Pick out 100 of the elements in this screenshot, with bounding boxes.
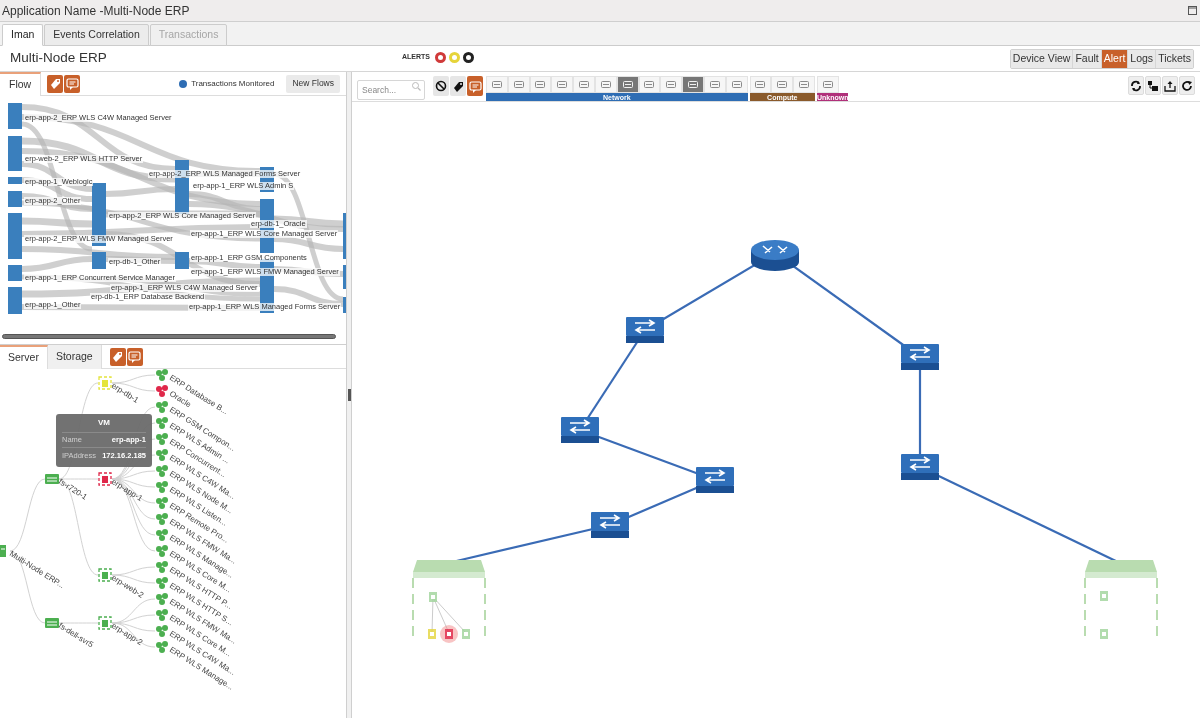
hierarchy-button[interactable]	[1145, 76, 1161, 95]
switch-icon[interactable]	[901, 344, 939, 370]
flow-node[interactable]	[8, 213, 22, 259]
view-button[interactable]: Logs	[1127, 49, 1156, 68]
comment-button[interactable]	[64, 74, 81, 93]
export-button[interactable]	[1162, 76, 1178, 95]
flow-node[interactable]	[8, 287, 22, 314]
service-icon[interactable]	[156, 577, 168, 589]
device-filter-button[interactable]	[638, 76, 661, 93]
vm-icon[interactable]	[98, 472, 112, 486]
service-icon[interactable]	[156, 417, 168, 429]
router-icon[interactable]	[751, 240, 799, 271]
device-filter-button[interactable]	[595, 76, 617, 93]
hierarchy-icon	[1147, 79, 1159, 92]
tab[interactable]: Events Correlation	[44, 24, 149, 46]
device-filter-button[interactable]	[573, 76, 595, 93]
server-icon[interactable]	[45, 474, 59, 484]
tab[interactable]: Flow	[0, 71, 42, 96]
flow-node[interactable]	[175, 252, 189, 269]
view-button[interactable]: Fault	[1072, 49, 1101, 68]
device-filter-button[interactable]	[486, 76, 508, 93]
service-icon[interactable]	[156, 593, 168, 605]
legend-label: Transactions Monitored	[191, 77, 275, 90]
device-icon	[687, 79, 700, 90]
page-title: Multi-Node ERP	[9, 49, 107, 68]
service-icon[interactable]	[156, 513, 168, 525]
service-icon[interactable]	[156, 529, 168, 541]
service-icon[interactable]	[156, 385, 168, 397]
switch-icon[interactable]	[591, 512, 629, 538]
application-icon[interactable]	[0, 545, 6, 557]
view-button[interactable]: Tickets	[1155, 49, 1193, 68]
flow-node[interactable]	[8, 191, 22, 207]
vm-icon[interactable]	[98, 568, 112, 582]
device-filter-button[interactable]	[529, 76, 552, 93]
tab[interactable]: Server	[0, 344, 48, 369]
service-icon[interactable]	[156, 561, 168, 573]
search-icon	[411, 81, 421, 91]
switch-icon[interactable]	[901, 454, 939, 480]
device-filter-button[interactable]	[703, 76, 726, 93]
service-icon[interactable]	[156, 497, 168, 509]
service-icon[interactable]	[156, 369, 168, 381]
switch-icon[interactable]	[696, 467, 734, 493]
flow-node[interactable]	[92, 252, 106, 269]
search-field[interactable]: Search...	[357, 80, 425, 100]
device-icon	[754, 79, 767, 90]
flow-node[interactable]	[8, 265, 22, 281]
refresh-icon	[1181, 79, 1193, 92]
horizontal-scrollbar[interactable]	[2, 334, 336, 339]
service-icon[interactable]	[156, 401, 168, 413]
window-title: Application Name -Multi-Node ERP	[2, 2, 190, 20]
comment-icon	[64, 76, 80, 91]
sync-button[interactable]	[1128, 76, 1144, 95]
device-filter-button[interactable]	[660, 76, 683, 93]
device-filter-button[interactable]	[749, 76, 772, 93]
server-icon[interactable]	[45, 618, 59, 628]
device-icon	[798, 79, 811, 90]
tab[interactable]: Iman	[2, 24, 44, 46]
comment-button[interactable]	[126, 347, 143, 366]
device-filter-button[interactable]	[616, 76, 639, 93]
service-icon[interactable]	[156, 449, 168, 461]
device-icon	[730, 79, 743, 90]
tooltip-title: VM	[98, 417, 110, 429]
service-icon[interactable]	[156, 625, 168, 637]
maximize-icon	[1187, 5, 1198, 16]
device-filter-button[interactable]	[771, 76, 794, 93]
device-icon	[708, 79, 721, 90]
device-icon	[512, 79, 525, 90]
device-filter-button[interactable]	[551, 76, 574, 93]
vm-icon[interactable]	[98, 616, 112, 630]
device-filter-button[interactable]	[725, 76, 748, 93]
export-icon	[1164, 79, 1176, 92]
filter-button[interactable]	[433, 76, 449, 96]
device-filter-button[interactable]	[507, 76, 530, 93]
device-icon	[578, 79, 591, 90]
device-icon	[643, 79, 656, 90]
device-filter-button[interactable]	[682, 76, 704, 93]
flow-node[interactable]	[8, 103, 22, 129]
service-icon[interactable]	[156, 433, 168, 445]
splitter-handle[interactable]	[347, 389, 351, 401]
service-icon[interactable]	[156, 545, 168, 557]
refresh-button[interactable]	[1179, 76, 1195, 95]
device-icon	[556, 79, 569, 90]
switch-icon[interactable]	[626, 317, 664, 343]
alert-indicator[interactable]	[463, 52, 474, 63]
service-icon[interactable]	[156, 609, 168, 621]
service-icon[interactable]	[156, 641, 168, 653]
service-icon[interactable]	[156, 481, 168, 493]
flow-node[interactable]	[8, 136, 22, 171]
device-filter-button[interactable]	[793, 76, 815, 93]
service-icon[interactable]	[156, 465, 168, 477]
prohibited-icon	[435, 80, 447, 92]
view-button[interactable]: Device View	[1010, 49, 1073, 68]
device-filter-button[interactable]	[816, 76, 839, 93]
view-button[interactable]: Alert	[1100, 49, 1128, 68]
tag-button[interactable]	[450, 76, 466, 96]
device-icon	[621, 79, 634, 90]
switch-icon[interactable]	[561, 417, 599, 443]
flow-node[interactable]	[8, 177, 22, 184]
new-flows-button[interactable]: New Flows	[286, 74, 340, 93]
device-icon	[821, 79, 834, 90]
